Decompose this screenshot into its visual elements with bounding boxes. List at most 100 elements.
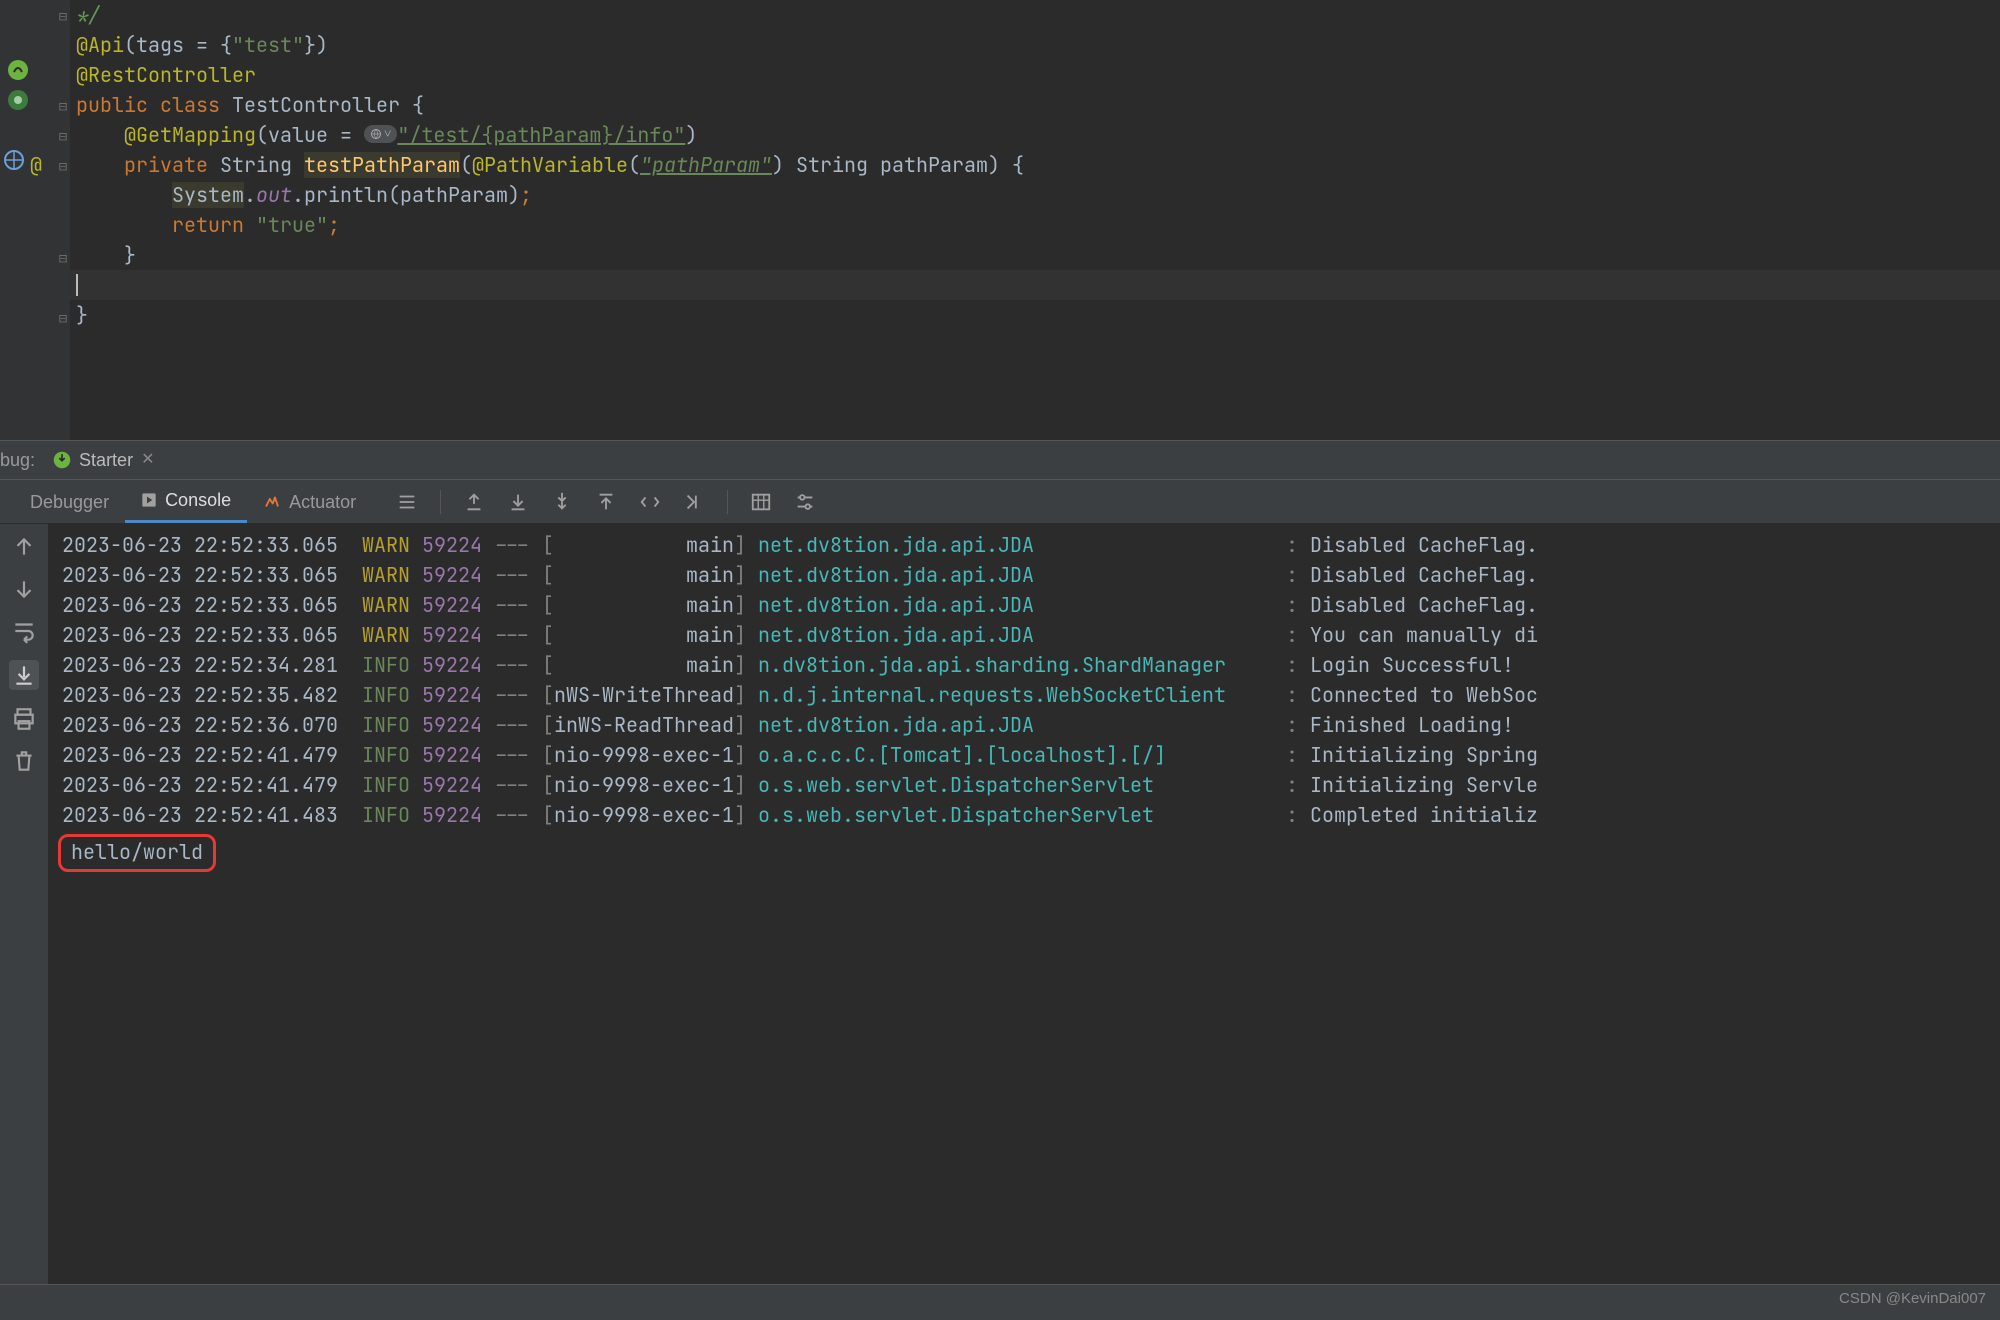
log-line: 2023-06-23 22:52:41.479 INFO 59224 --- [… — [62, 740, 2000, 770]
type: String — [796, 152, 868, 178]
punc: . — [292, 182, 304, 208]
log-line: 2023-06-23 22:52:41.483 INFO 59224 --- [… — [62, 800, 2000, 830]
keyword: public — [76, 92, 148, 118]
punc: ) — [772, 152, 796, 178]
program-output: hello/world — [62, 830, 2000, 860]
log-line: 2023-06-23 22:52:33.065 WARN 59224 --- [… — [62, 530, 2000, 560]
string-lit: "test" — [232, 32, 304, 58]
punc: ) — [508, 182, 520, 208]
upload-icon[interactable] — [595, 491, 617, 513]
print-icon[interactable] — [11, 706, 37, 732]
tab-console[interactable]: Console — [125, 480, 247, 523]
console-output[interactable]: 2023-06-23 22:52:33.065 WARN 59224 --- [… — [48, 524, 2000, 1284]
punc: ) { — [988, 152, 1024, 178]
toolwindow-tabs: Debugger Console Actuator — [0, 480, 2000, 524]
goto-icon[interactable] — [683, 491, 705, 513]
http-method-badge[interactable]: ˅ — [364, 125, 397, 143]
tab-label: Console — [165, 485, 231, 515]
trash-icon[interactable] — [11, 748, 37, 774]
list-icon[interactable] — [396, 491, 418, 513]
code-editor[interactable]: ⊟ ⊟ ⊟ @ ⊟ ⊟ ⊟ */ @Api(tags = {"test"}) @… — [0, 0, 2000, 440]
status-bar — [0, 1284, 2000, 1320]
fold-expanded-icon[interactable]: ⊟ — [58, 122, 68, 152]
type: String — [220, 152, 292, 178]
param: pathParam — [880, 152, 988, 178]
watermark: CSDN @KevinDai007 — [1839, 1284, 1986, 1314]
tab-actuator[interactable]: Actuator — [247, 480, 372, 523]
settings-sliders-icon[interactable] — [794, 491, 816, 513]
fold-expanded-icon[interactable]: ⊟ — [58, 2, 68, 32]
punc: ( — [628, 152, 640, 178]
download-all-icon[interactable] — [551, 491, 573, 513]
tab-label: Debugger — [30, 487, 109, 517]
method-name: testPathParam — [304, 152, 460, 178]
console-panel: 2023-06-23 22:52:33.065 WARN 59224 --- [… — [0, 524, 2000, 1284]
web-gutter-icon[interactable] — [2, 148, 26, 172]
scroll-up-icon[interactable] — [11, 534, 37, 560]
fold-expanded-icon[interactable]: ⊟ — [58, 152, 68, 182]
punc: ; — [328, 212, 340, 238]
annotation-pathvar: @PathVariable — [472, 152, 628, 178]
tab-debugger[interactable]: Debugger — [14, 480, 125, 523]
code-area[interactable]: */ @Api(tags = {"test"}) @RestController… — [70, 0, 2000, 440]
punc: } — [124, 242, 136, 268]
spring-gutter-icon[interactable] — [6, 58, 30, 82]
play-icon — [141, 492, 157, 508]
fold-collapse-icon[interactable]: ⊟ — [58, 304, 68, 334]
punc: { — [412, 92, 424, 118]
log-line: 2023-06-23 22:52:33.065 WARN 59224 --- [… — [62, 590, 2000, 620]
run-config-strip: bug: Starter ✕ — [0, 440, 2000, 480]
keyword: class — [160, 92, 220, 118]
punc: ( — [460, 152, 472, 178]
punc: }) — [304, 32, 328, 58]
keyword: return — [172, 212, 244, 238]
scroll-to-end-icon[interactable] — [9, 660, 39, 690]
string-lit: "true" — [256, 212, 328, 238]
spring-boot-icon — [53, 451, 71, 469]
string-lit: "pathParam" — [640, 152, 772, 178]
scroll-down-icon[interactable] — [11, 576, 37, 602]
download-icon[interactable] — [507, 491, 529, 513]
export-up-icon[interactable] — [463, 491, 485, 513]
log-line: 2023-06-23 22:52:35.482 INFO 59224 --- [… — [62, 680, 2000, 710]
run-config-tab-starter[interactable]: Starter ✕ — [43, 441, 164, 479]
class-name: TestController — [232, 92, 400, 118]
annotation-api: @Api — [76, 32, 124, 58]
caret-icon — [76, 274, 78, 296]
param: pathParam — [400, 182, 508, 208]
field: out — [256, 182, 292, 208]
run-config-tab-label: Starter — [79, 445, 133, 475]
actuator-icon — [263, 493, 281, 511]
console-side-toolbar — [0, 524, 48, 1284]
run-config-label: bug: — [0, 445, 43, 475]
soft-wrap-icon[interactable] — [11, 618, 37, 644]
annotation-getmapping: @GetMapping — [124, 122, 256, 148]
fold-collapse-icon[interactable]: ⊟ — [58, 244, 68, 274]
caret-line[interactable] — [70, 270, 2000, 300]
log-line: 2023-06-23 22:52:33.065 WARN 59224 --- [… — [62, 560, 2000, 590]
method-call: println — [304, 182, 388, 208]
log-line: 2023-06-23 22:52:36.070 INFO 59224 --- [… — [62, 710, 2000, 740]
code-comment: */ — [76, 2, 100, 28]
cycle-icon[interactable] — [639, 491, 661, 513]
punc: } — [76, 302, 88, 328]
punc: ( — [388, 182, 400, 208]
bean-gutter-icon[interactable] — [6, 88, 30, 112]
separator — [440, 490, 441, 514]
punc: . — [244, 182, 256, 208]
log-line: 2023-06-23 22:52:34.281 INFO 59224 --- [… — [62, 650, 2000, 680]
punc: (value = — [256, 122, 364, 148]
punc: ; — [520, 182, 532, 208]
annotation-restcontroller: @RestController — [76, 62, 256, 88]
log-line: 2023-06-23 22:52:33.065 WARN 59224 --- [… — [62, 620, 2000, 650]
override-at-icon[interactable]: @ — [30, 150, 42, 180]
editor-gutter: ⊟ ⊟ ⊟ @ ⊟ ⊟ ⊟ — [0, 0, 70, 440]
punc: ) — [685, 122, 697, 148]
punc: (tags = { — [124, 32, 232, 58]
class-ref: System — [172, 182, 244, 208]
log-line: 2023-06-23 22:52:41.479 INFO 59224 --- [… — [62, 770, 2000, 800]
tab-label: Actuator — [289, 487, 356, 517]
fold-expanded-icon[interactable]: ⊟ — [58, 92, 68, 122]
close-icon[interactable]: ✕ — [141, 445, 154, 475]
table-icon[interactable] — [750, 491, 772, 513]
